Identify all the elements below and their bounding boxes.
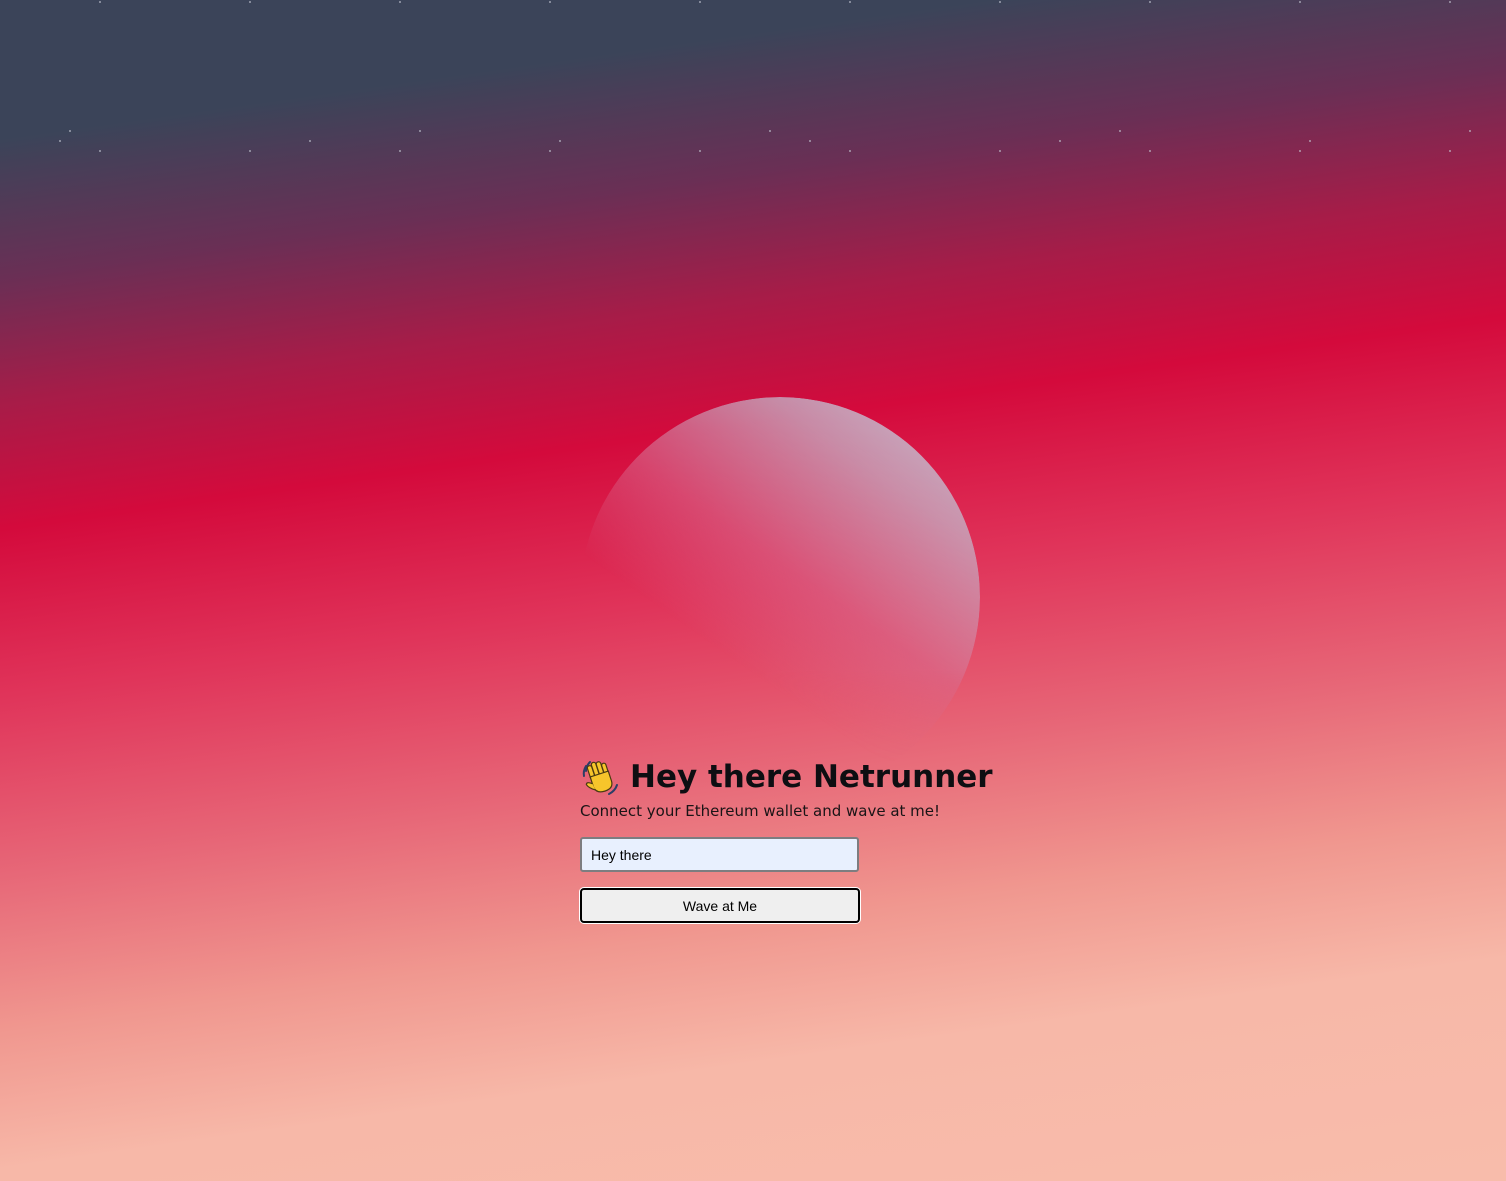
waving-hand-icon [580, 757, 620, 797]
page-title: Hey there Netrunner [580, 755, 993, 799]
wave-at-me-button[interactable]: Wave at Me [580, 888, 860, 923]
wave-panel: Hey there Netrunner Connect your Ethereu… [580, 755, 993, 923]
page-title-text: Hey there Netrunner [630, 759, 993, 795]
message-input[interactable] [580, 837, 859, 872]
moon-decoration [580, 397, 980, 797]
page: { "header": { "wave_icon": "waving-hand-… [0, 0, 1506, 1181]
page-subtitle: Connect your Ethereum wallet and wave at… [580, 802, 941, 820]
starfield [59, 1, 1471, 152]
